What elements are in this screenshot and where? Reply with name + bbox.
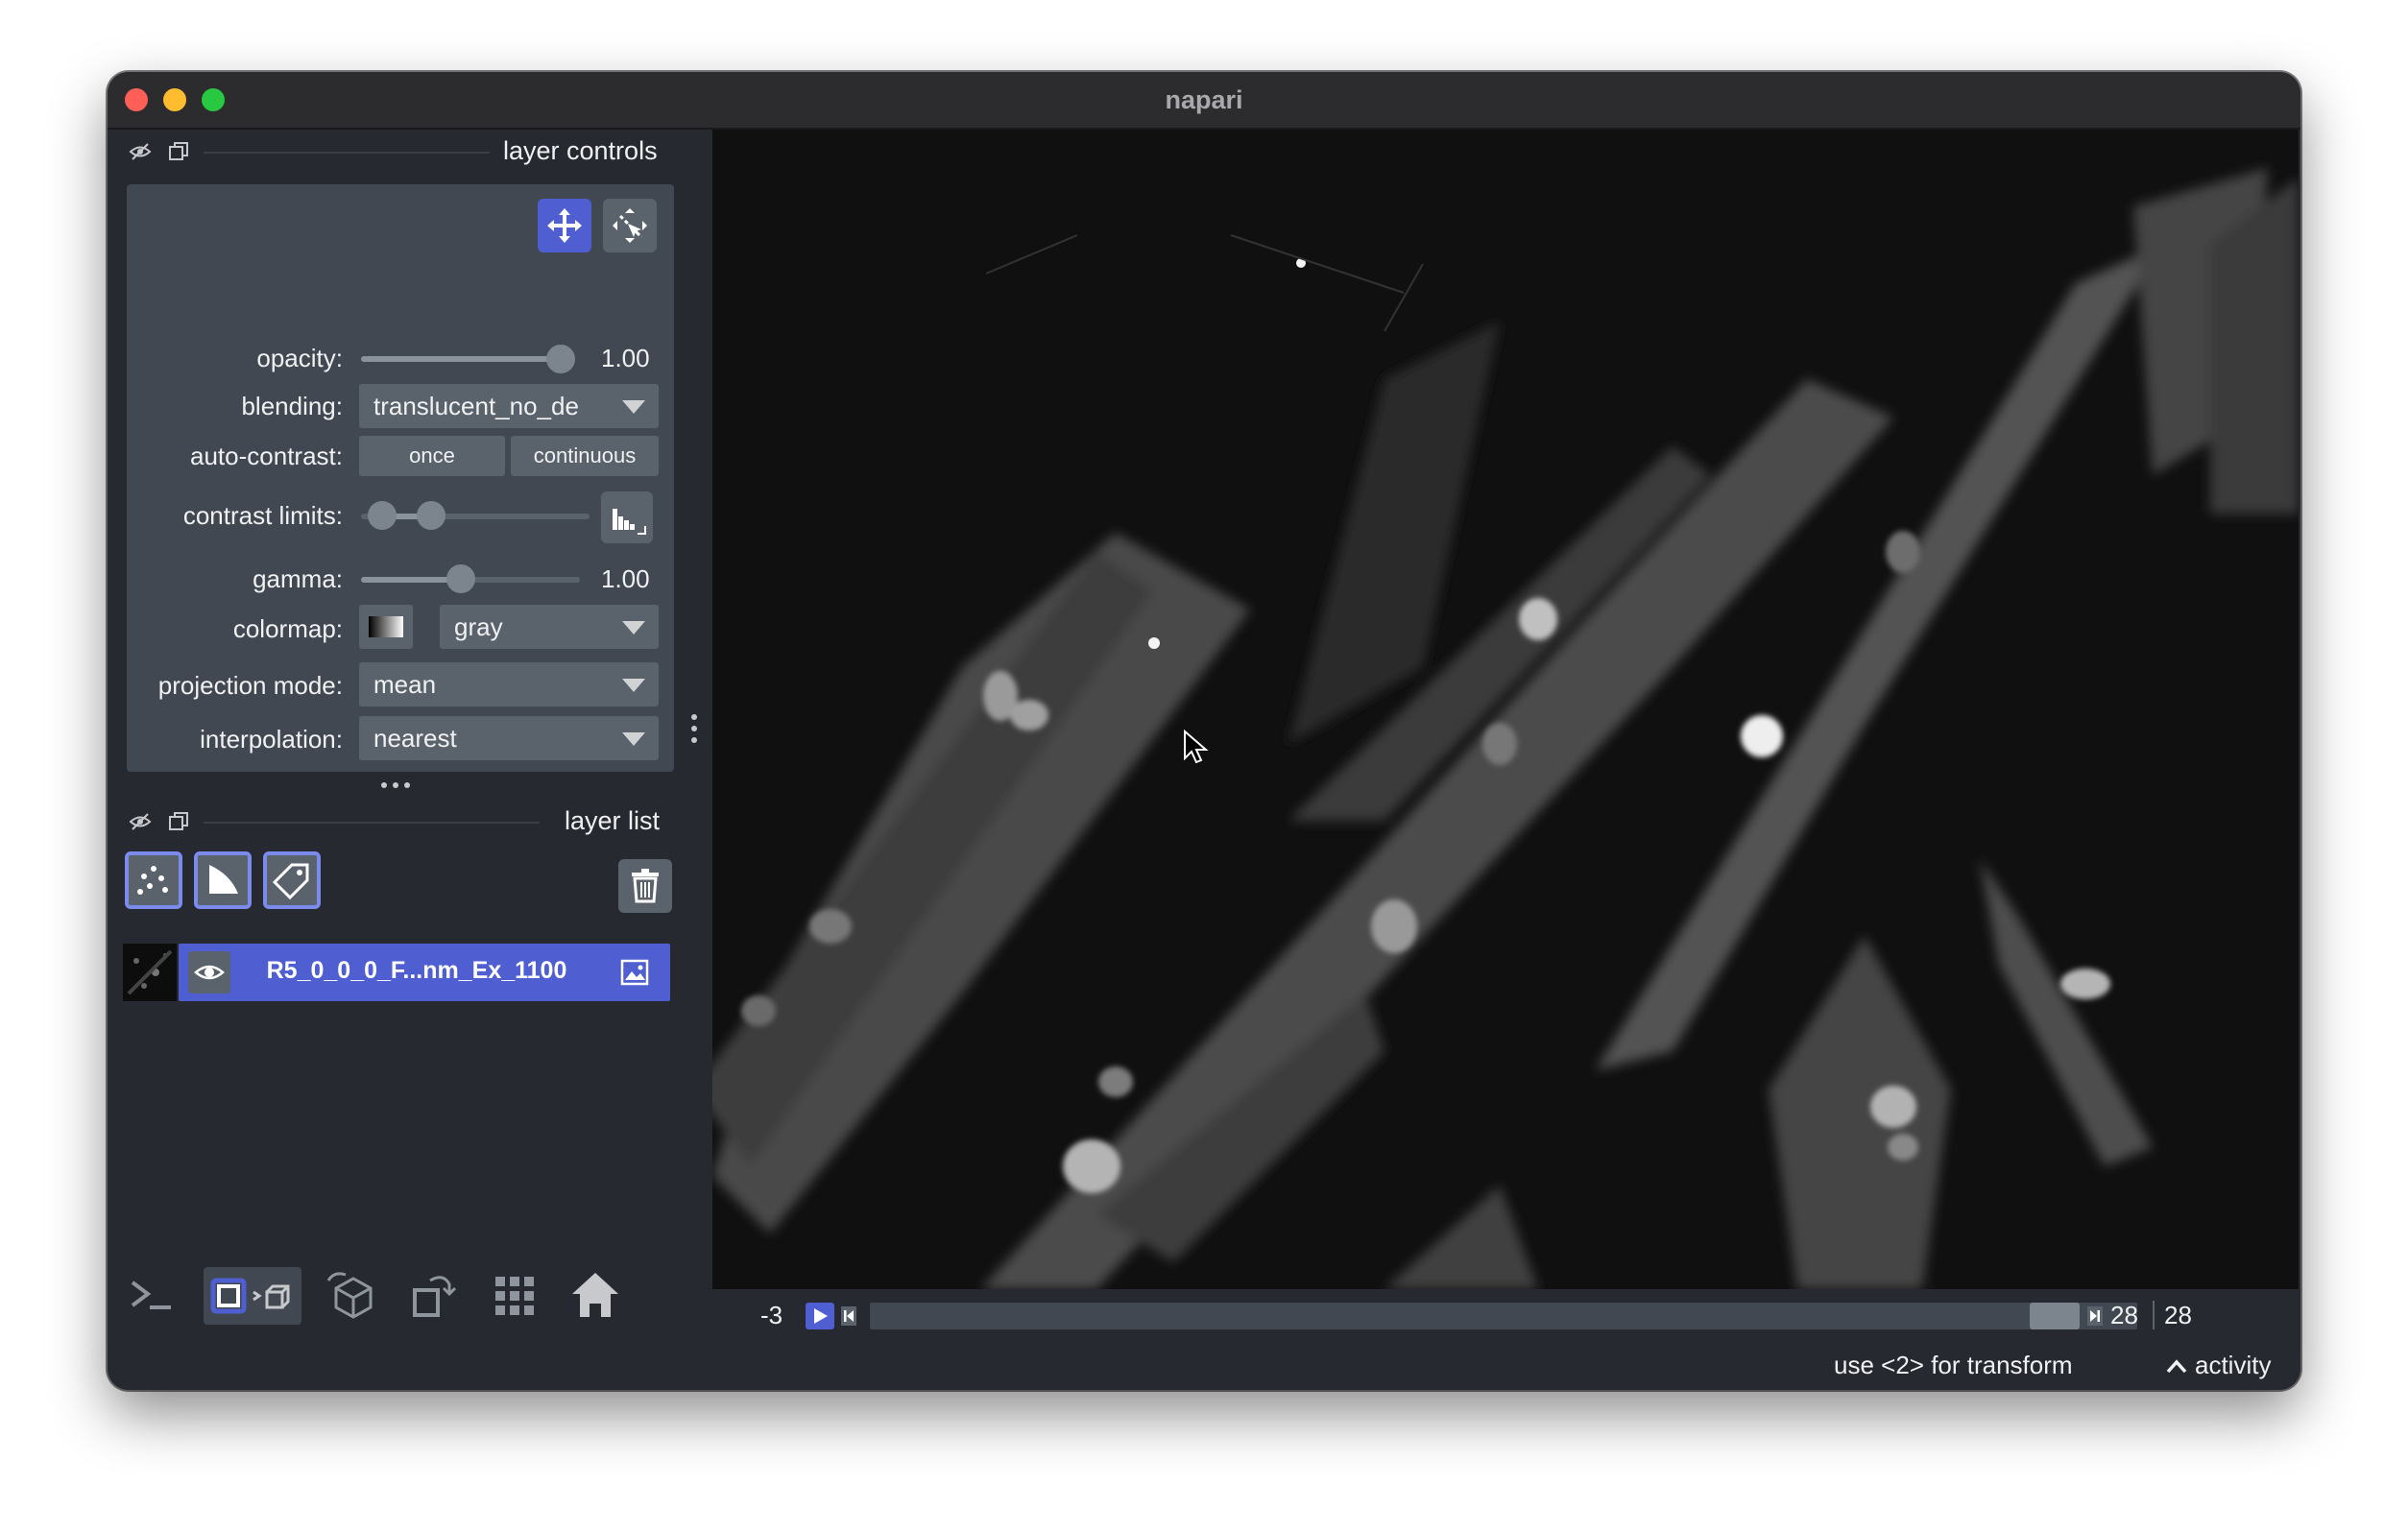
opacity-label: opacity: (256, 344, 343, 372)
blending-value: translucent_no_de (373, 392, 579, 420)
colormap-preview[interactable] (359, 605, 413, 649)
move-arrows-icon (547, 208, 582, 243)
layer-name[interactable]: R5_0_0_0_F...nm_Ex_1100 (244, 957, 590, 985)
dims-left-value[interactable]: -3 (760, 1301, 783, 1330)
header-divider (204, 152, 490, 154)
layer-controls-title: layer controls (503, 136, 658, 165)
points-icon (137, 866, 168, 895)
play-button[interactable] (806, 1303, 834, 1329)
new-points-layer-button[interactable] (125, 851, 182, 909)
gamma-slider-handle[interactable] (446, 564, 475, 593)
contrast-limits-label: contrast limits: (182, 501, 343, 530)
step-forward-icon[interactable] (2083, 1303, 2107, 1329)
layer-thumbnail-image (127, 949, 173, 995)
chevron-down-icon (622, 732, 645, 746)
chevron-up-icon (2166, 1359, 2187, 1374)
gray-gradient-swatch (369, 616, 403, 637)
colormap-dropdown[interactable]: gray (440, 605, 659, 649)
chevron-down-icon (622, 621, 645, 634)
layer-thumbnail (123, 944, 177, 1001)
opacity-slider-handle[interactable] (546, 345, 575, 373)
colormap-label: colormap: (232, 614, 343, 643)
home-icon[interactable] (566, 1267, 624, 1325)
window-title: napari (1165, 85, 1243, 114)
hide-panel-icon[interactable] (129, 810, 152, 833)
dims-separator (2153, 1301, 2155, 1329)
chevron-down-icon (622, 400, 645, 414)
roll-dimensions-icon[interactable] (325, 1267, 382, 1325)
delete-layer-button[interactable] (618, 859, 672, 913)
dims-slider-handle[interactable] (2030, 1303, 2080, 1329)
layer-visibility-toggle[interactable] (188, 951, 230, 993)
step-back-icon[interactable] (837, 1303, 860, 1329)
gamma-value: 1.00 (601, 564, 650, 593)
projection-mode-value: mean (373, 670, 437, 699)
projection-mode-label: projection mode: (157, 671, 343, 700)
chevron-down-icon (622, 679, 645, 692)
projection-mode-dropdown[interactable]: mean (359, 662, 659, 706)
dims-slider-bar: -3 28 28 (712, 1289, 2299, 1343)
layer-item-body[interactable]: R5_0_0_0_F...nm_Ex_1100 (179, 944, 670, 1001)
histogram-icon (613, 509, 646, 535)
eye-icon (194, 965, 225, 980)
transpose-dimensions-icon[interactable] (405, 1267, 463, 1325)
image-layer-icon (620, 959, 649, 986)
image-canvas[interactable] (712, 130, 2299, 1289)
napari-window: napari layer controls opacity: 1.00 blen… (108, 72, 2300, 1390)
title-bar: napari (108, 72, 2300, 130)
contrast-max-handle[interactable] (417, 501, 445, 530)
pan-zoom-button[interactable] (538, 199, 591, 252)
trash-icon (632, 869, 659, 903)
header-divider (204, 822, 540, 824)
splitter-handle-icon[interactable] (378, 780, 413, 790)
blending-dropdown[interactable]: translucent_no_de (359, 384, 659, 428)
dims-current-value[interactable]: 28 (2110, 1301, 2138, 1330)
float-panel-icon[interactable] (167, 810, 190, 833)
contrast-min-handle[interactable] (368, 501, 397, 530)
grid-view-icon[interactable] (486, 1267, 543, 1325)
interpolation-value: nearest (373, 724, 457, 753)
mouse-cursor-icon (1184, 730, 1209, 764)
blending-label: blending: (241, 392, 343, 420)
status-message: use <2> for transform (1834, 1351, 2073, 1379)
2d-3d-toggle-icon (210, 1278, 290, 1314)
transform-button[interactable] (603, 199, 657, 252)
layer-item[interactable]: R5_0_0_0_F...nm_Ex_1100 (123, 944, 670, 1001)
new-shapes-layer-button[interactable] (194, 851, 252, 909)
hide-panel-icon[interactable] (129, 140, 152, 163)
float-panel-icon[interactable] (167, 140, 190, 163)
auto-contrast-label: auto-contrast: (190, 442, 343, 470)
play-icon (814, 1308, 828, 1324)
labels-tag-icon (272, 863, 309, 900)
opacity-slider-fill (361, 356, 561, 362)
dims-total: 28 (2164, 1301, 2192, 1329)
auto-contrast-once-button[interactable]: once (359, 436, 505, 476)
dock-resize-handle-icon[interactable] (689, 711, 699, 746)
layer-list-title: layer list (565, 806, 661, 835)
interpolation-label: interpolation: (200, 725, 343, 754)
console-icon[interactable] (127, 1267, 181, 1325)
dims-slider-track[interactable] (870, 1303, 2137, 1329)
layer-controls-panel: opacity: 1.00 blending: translucent_no_d… (127, 184, 674, 772)
histogram-button[interactable] (601, 491, 653, 543)
activity-label: activity (2195, 1351, 2272, 1379)
transform-icon (613, 208, 647, 243)
colormap-value: gray (454, 612, 503, 641)
new-labels-layer-button[interactable] (263, 851, 321, 909)
shapes-icon (209, 865, 238, 894)
gamma-label: gamma: (253, 564, 343, 593)
auto-contrast-continuous-button[interactable]: continuous (511, 436, 659, 476)
status-bar: use <2> for transform activity (108, 1343, 2300, 1390)
interpolation-dropdown[interactable]: nearest (359, 716, 659, 760)
layer-controls-header: layer controls (108, 132, 674, 171)
toggle-ndisplay-button[interactable] (204, 1267, 301, 1325)
opacity-value: 1.00 (601, 344, 650, 372)
layer-list-header: layer list (108, 802, 674, 841)
microscopy-image (712, 168, 2299, 1289)
